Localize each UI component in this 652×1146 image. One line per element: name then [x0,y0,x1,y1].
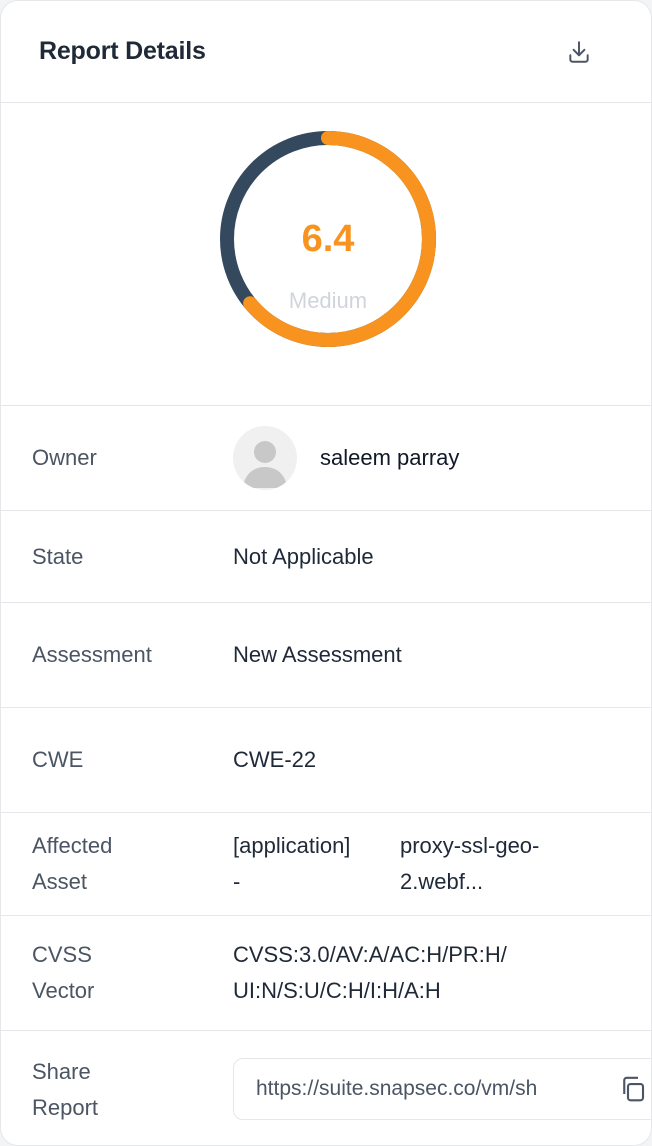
cwe-value[interactable]: CWE-22 [233,708,651,812]
copy-icon [623,1076,645,1102]
copy-button[interactable] [618,1074,648,1104]
share-report-label: Share Report [32,1058,99,1120]
user-avatar-icon [243,441,287,488]
assessment-label: Assessment [32,642,152,667]
owner-row: Owner saleem parray [1,406,651,511]
state-label: State [32,543,84,569]
cvss-vector-row: CVSS Vector CVSS:3.0/AV:A/AC:H/PR:H/ UI:… [1,916,651,1031]
affected-asset-label: Affected Asset [32,833,113,894]
download-button[interactable] [563,36,595,68]
score-gauge: 6.4 Medium [219,130,437,348]
owner-name[interactable]: saleem parray [320,440,459,476]
avatar [233,426,297,490]
page-title: Report Details [39,37,206,65]
share-report-row: Share Report https://suite.snapsec.co/vm… [1,1031,651,1145]
cvss-vector-label: CVSS Vector [32,942,95,1003]
assessment-row: Assessment New Assessment [1,603,651,708]
cwe-label: CWE [32,747,84,772]
score-section: 6.4 Medium [1,103,651,406]
score-value: 6.4 [301,218,355,260]
state-value: Not Applicable [233,543,374,569]
cvss-vector-value: CVSS:3.0/AV:A/AC:H/PR:H/ UI:N/S:U/C:H/I:… [233,942,507,1003]
share-url-field[interactable]: https://suite.snapsec.co/vm/sh [233,1058,651,1120]
asset-name[interactable]: proxy-ssl-geo- 2.webf... [400,828,590,900]
owner-label: Owner [32,445,97,470]
asset-type: [application] - [233,833,351,894]
card-header: Report Details [1,1,651,103]
report-details-card: Report Details 6.4 Medium Owner saleem p… [0,0,652,1146]
assessment-value[interactable]: New Assessment [233,603,651,707]
download-icon [569,40,589,63]
affected-asset-row: Affected Asset [application] - proxy-ssl… [1,813,651,916]
share-url-text[interactable]: https://suite.snapsec.co/vm/sh [234,1077,584,1101]
cwe-row: CWE CWE-22 [1,708,651,813]
severity-label: Medium [288,288,368,313]
state-row: State Not Applicable [1,511,651,603]
